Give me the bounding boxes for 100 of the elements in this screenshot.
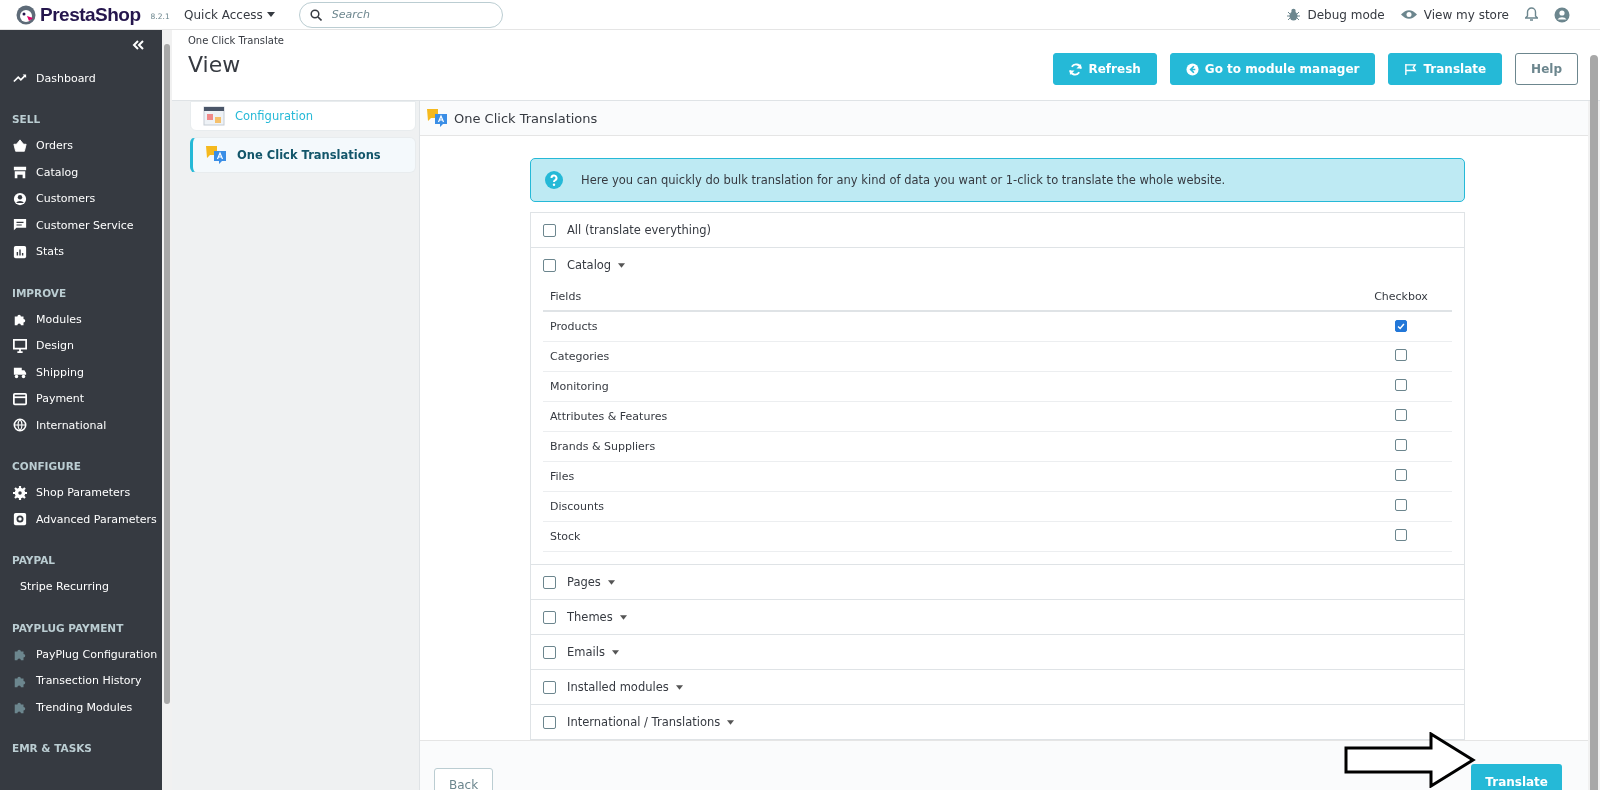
table-cell: Files xyxy=(550,470,575,483)
sidebar-item[interactable]: Design xyxy=(0,332,162,359)
toolbar-button[interactable]: Help xyxy=(1515,53,1578,85)
checkbox[interactable] xyxy=(543,715,556,729)
top-link[interactable]: View my store xyxy=(1400,7,1509,22)
refresh-icon xyxy=(1069,62,1083,76)
option-label[interactable]: Installed modules xyxy=(567,680,669,694)
sidebar-item[interactable]: PayPlug Configuration xyxy=(0,641,162,668)
translate-icon xyxy=(426,108,448,128)
checkbox[interactable] xyxy=(1395,529,1407,541)
column-header: Checkbox xyxy=(1374,289,1428,303)
caret-icon[interactable] xyxy=(675,684,683,690)
basket-icon xyxy=(13,138,27,153)
option-label[interactable]: Pages xyxy=(567,575,601,589)
scrollbar-thumb[interactable] xyxy=(164,44,170,704)
table-cell: Discounts xyxy=(550,500,605,513)
caret-icon xyxy=(266,12,275,17)
sidebar-item[interactable]: Customer Service xyxy=(0,212,162,239)
checkbox[interactable] xyxy=(1395,469,1407,481)
page-title: View xyxy=(188,52,242,77)
checkbox[interactable] xyxy=(1395,319,1407,332)
sidebar-heading: PAYPLUG PAYMENT xyxy=(11,620,125,636)
table-cell: Attributes & Features xyxy=(550,410,668,423)
sidebar-item[interactable]: Orders xyxy=(0,132,162,159)
stats-icon xyxy=(13,244,27,259)
sidebar-item[interactable]: Transection History xyxy=(0,667,162,694)
sidebar-item[interactable]: Stripe Recurring xyxy=(0,573,162,600)
option-label[interactable]: Emails xyxy=(567,645,605,659)
table-cell: Monitoring xyxy=(550,380,609,393)
search-icon xyxy=(309,8,322,21)
notifications-icon[interactable] xyxy=(1525,7,1538,22)
caret-icon[interactable] xyxy=(727,719,735,725)
top-link[interactable]: Debug mode xyxy=(1287,7,1385,22)
quick-access-menu[interactable]: Quick Access xyxy=(184,7,275,22)
checkbox[interactable] xyxy=(1395,499,1407,511)
checkbox[interactable] xyxy=(1395,439,1407,451)
sidebar-item[interactable]: Stats xyxy=(0,238,162,265)
sidebar-item[interactable]: Shop Parameters xyxy=(0,479,162,506)
cog-icon xyxy=(13,512,27,527)
help-icon xyxy=(545,171,563,189)
truck-icon xyxy=(13,365,27,380)
checkbox[interactable] xyxy=(543,258,556,272)
brand-name[interactable]: PrestaShop xyxy=(40,3,141,26)
checkbox[interactable] xyxy=(543,610,556,624)
eye-icon xyxy=(1400,9,1417,20)
scrollbar-thumb[interactable] xyxy=(1590,55,1598,790)
caret-icon[interactable] xyxy=(618,262,626,268)
checkbox[interactable] xyxy=(1395,409,1407,421)
breadcrumb[interactable]: One Click Translate xyxy=(188,35,284,46)
caret-icon[interactable] xyxy=(611,649,619,655)
store-icon xyxy=(13,165,27,180)
checkbox[interactable] xyxy=(543,680,556,694)
puzzle-icon xyxy=(13,647,27,662)
config-icon xyxy=(203,106,225,126)
collapse-icon[interactable] xyxy=(132,40,144,50)
sidebar-item[interactable]: Shipping xyxy=(0,359,162,386)
account-icon[interactable] xyxy=(1554,6,1570,23)
user-icon xyxy=(13,191,27,206)
sidebar-heading: CONFIGURE xyxy=(11,459,82,474)
flag-icon xyxy=(1404,62,1418,76)
table-cell: Stock xyxy=(550,530,581,543)
sidebar-item[interactable]: Customers xyxy=(0,185,162,212)
puzzle-icon xyxy=(13,700,27,715)
sidebar-item[interactable]: International xyxy=(0,412,162,439)
sidebar-heading: EMR & TASKS xyxy=(11,741,93,756)
sidebar-item[interactable]: Payment xyxy=(0,385,162,412)
option-label[interactable]: Catalog xyxy=(567,258,612,272)
table-cell: Categories xyxy=(550,350,610,363)
caret-icon[interactable] xyxy=(619,614,627,620)
option-label[interactable]: International / Translations xyxy=(567,715,721,729)
sidebar-item[interactable]: Catalog xyxy=(0,159,162,186)
card-icon xyxy=(13,391,27,406)
sidebar-item[interactable]: Modules xyxy=(0,306,162,333)
table-cell: Products xyxy=(550,320,598,333)
option-label[interactable]: Themes xyxy=(567,610,613,624)
sidebar-item[interactable]: Dashboard xyxy=(0,65,162,92)
checkbox[interactable] xyxy=(543,645,556,659)
checkbox[interactable] xyxy=(543,575,556,589)
search-field[interactable]: Search xyxy=(298,1,503,28)
translate-icon xyxy=(205,145,227,165)
checkbox[interactable] xyxy=(1395,379,1407,391)
sidebar-item[interactable]: Trending Modules xyxy=(0,694,162,721)
back-button[interactable]: Back xyxy=(434,768,494,790)
table-cell: Brands & Suppliers xyxy=(550,440,656,453)
puzzle-icon xyxy=(13,312,27,327)
checkbox[interactable] xyxy=(1395,349,1407,361)
caret-icon[interactable] xyxy=(607,579,615,585)
option-label[interactable]: All (translate everything) xyxy=(567,223,711,237)
sidebar-item[interactable]: Advanced Parameters xyxy=(0,506,162,533)
sidebar-heading: SELL xyxy=(11,112,42,127)
sidebar-heading: PAYPAL xyxy=(11,553,56,568)
monitor-icon xyxy=(13,338,27,353)
checkbox[interactable] xyxy=(543,223,556,237)
column-header: Fields xyxy=(550,289,582,303)
globe-icon xyxy=(13,418,27,433)
bug-icon xyxy=(1287,8,1301,21)
logo-icon[interactable] xyxy=(16,4,36,25)
settings-icon xyxy=(13,485,27,500)
chat-icon xyxy=(13,218,27,233)
module-tab[interactable]: One Click Translations xyxy=(190,137,416,173)
